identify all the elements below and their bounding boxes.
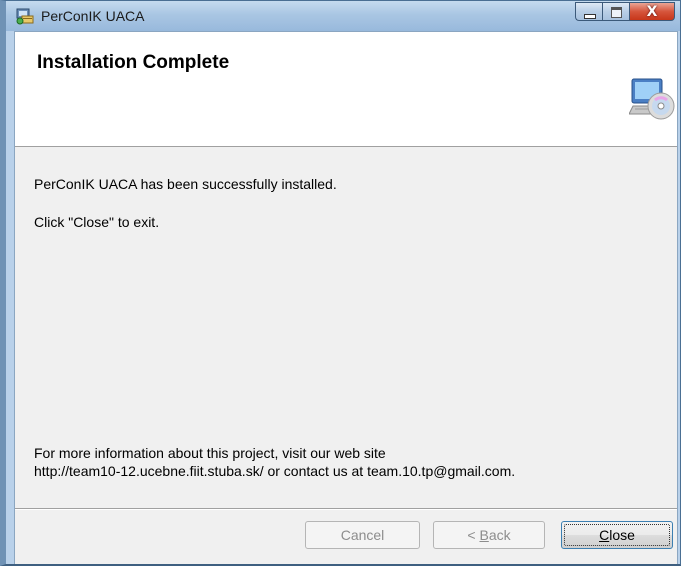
- close-button-label: Close: [599, 527, 635, 543]
- computer-cd-icon: [629, 78, 675, 120]
- project-info-line-1: For more information about this project,…: [34, 445, 386, 461]
- back-button-prefix: <: [467, 527, 480, 543]
- close-button[interactable]: Close: [561, 521, 673, 549]
- window-title: PerConIK UACA: [41, 8, 145, 24]
- success-message: PerConIK UACA has been successfully inst…: [34, 176, 337, 192]
- project-info-line-2: http://team10-12.ucebne.fiit.stuba.sk/ o…: [34, 463, 516, 479]
- exit-instruction: Click "Close" to exit.: [34, 214, 160, 230]
- title-bar[interactable]: PerConIK UACA X: [6, 1, 680, 31]
- minimize-icon: [584, 14, 596, 19]
- cancel-button[interactable]: Cancel: [305, 521, 420, 549]
- maximize-button[interactable]: [602, 2, 629, 21]
- project-info: For more information about this project,…: [34, 444, 515, 480]
- back-button-mnemonic: B: [479, 527, 489, 543]
- back-button[interactable]: < Back: [433, 521, 545, 549]
- button-separator: [15, 508, 677, 510]
- maximize-icon: [611, 7, 622, 18]
- caption-buttons: X: [575, 2, 675, 22]
- close-button-rest: lose: [609, 527, 635, 543]
- installer-window: PerConIK UACA X Installation Complete Pe…: [0, 0, 681, 566]
- page-title: Installation Complete: [37, 52, 230, 73]
- minimize-button[interactable]: [575, 2, 602, 21]
- dialog-client-area: Installation Complete PerConIK UACA has …: [14, 31, 678, 564]
- close-icon: X: [646, 4, 658, 20]
- window-close-button[interactable]: X: [629, 2, 675, 21]
- close-button-mnemonic: C: [599, 527, 610, 543]
- back-button-rest: ack: [488, 527, 511, 543]
- dialog-header: Installation Complete: [15, 32, 677, 147]
- installer-app-icon: [16, 8, 34, 25]
